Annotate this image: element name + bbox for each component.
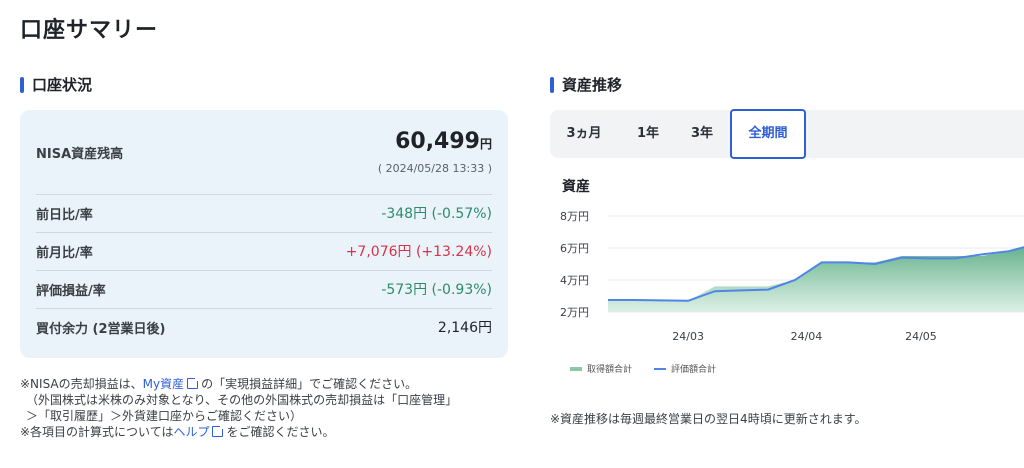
- note-line-4: ※各項目の計算式についてはヘルプ をご確認ください。: [20, 424, 520, 440]
- note-text: をご確認ください。: [226, 425, 335, 439]
- tab-3-years[interactable]: 3年: [680, 110, 724, 158]
- nisa-balance-value: 60,499円 ( 2024/05/28 13:33 ): [378, 129, 492, 175]
- note-line-3: ＞「取引履歴」＞外貨建口座からご確認ください）: [26, 409, 303, 423]
- legend-eval-swatch: [654, 367, 667, 370]
- buying-power-row: 買付余力 (2営業日後) 2,146円: [36, 308, 492, 346]
- note-text: の「実現損益詳細」でご確認ください。: [201, 377, 418, 391]
- account-status-heading: 口座状況: [20, 74, 92, 95]
- month-change-row: 前月比/率 +7,076円 (+13.24%): [36, 232, 492, 271]
- legend-eval: 評価額合計: [654, 362, 716, 375]
- tab-1-year[interactable]: 1年: [626, 110, 670, 158]
- month-change-value: +7,076円 (+13.24%): [345, 244, 492, 260]
- heading-marker: [550, 76, 554, 93]
- x-tick-label: 24/05: [905, 330, 937, 343]
- account-notes: ※NISAの売却損益は、My資産 の「実現損益詳細」でご確認ください。 （外国株式…: [20, 376, 520, 440]
- help-link[interactable]: ヘルプ: [173, 425, 209, 439]
- unrealized-pl-row: 評価損益/率 -573円 (-0.93%): [36, 270, 492, 309]
- month-change-label: 前月比/率: [36, 245, 93, 261]
- cost-area: [608, 246, 1024, 312]
- y-tick-label: 2万円: [560, 306, 589, 319]
- chart-title: 資産: [562, 179, 590, 195]
- nisa-balance-amount: 60,499: [395, 129, 480, 154]
- x-tick-label: 24/03: [672, 330, 704, 343]
- day-change-value: -348円 (-0.57%): [381, 206, 492, 222]
- nisa-balance-unit: 円: [479, 137, 492, 151]
- asset-trend-heading: 資産推移: [550, 74, 622, 95]
- legend-cost-swatch: [570, 366, 582, 371]
- asset-trend-chart: 8万円 6万円 4万円 2万円 24/03 24/04 24/05: [560, 210, 1024, 343]
- external-link-icon: [187, 377, 200, 389]
- legend-eval-label: 評価額合計: [671, 365, 717, 375]
- note-text: ※NISAの売却損益は、: [20, 377, 143, 391]
- day-change-row: 前日比/率 -348円 (-0.57%): [36, 194, 492, 233]
- note-line-1: ※NISAの売却損益は、My資産 の「実現損益詳細」でご確認ください。: [20, 376, 520, 392]
- y-tick-label: 8万円: [560, 210, 589, 223]
- trend-update-note: ※資産推移は毎週最終営業日の翌日4時頃に更新されます。: [550, 412, 867, 426]
- buying-power-value: 2,146円: [437, 320, 492, 336]
- unrealized-pl-label: 評価損益/率: [36, 283, 106, 299]
- nisa-balance-row: NISA資産残高 60,499円 ( 2024/05/28 13:33 ): [36, 110, 492, 195]
- asset-trend-title: 資産推移: [562, 76, 623, 94]
- y-tick-label: 6万円: [560, 242, 589, 255]
- chart-legend: 取得額合計 評価額合計: [570, 362, 738, 375]
- note-line-2: （外国株式は米株のみ対象となり、その他の外国株式の売却損益は「口座管理」: [26, 393, 458, 407]
- legend-cost: 取得額合計: [570, 362, 632, 375]
- note-text: ※各項目の計算式については: [20, 425, 174, 439]
- x-tick-label: 24/04: [791, 330, 823, 343]
- y-tick-label: 4万円: [560, 274, 589, 287]
- heading-marker: [20, 76, 24, 93]
- buying-power-label: 買付余力 (2営業日後): [36, 321, 166, 337]
- account-summary-card: NISA資産残高 60,499円 ( 2024/05/28 13:33 ) 前日…: [20, 110, 508, 358]
- my-assets-link[interactable]: My資産: [143, 377, 184, 391]
- account-status-title: 口座状況: [32, 76, 93, 94]
- legend-cost-label: 取得額合計: [587, 365, 633, 375]
- tab-all-period[interactable]: 全期間: [730, 109, 806, 159]
- day-change-label: 前日比/率: [36, 207, 93, 223]
- page-title: 口座サマリー: [20, 18, 159, 43]
- external-link-icon: [212, 425, 225, 437]
- period-tab-bar: 3ヵ月 1年 3年 全期間: [550, 109, 1024, 159]
- tab-3-months[interactable]: 3ヵ月: [558, 110, 610, 158]
- balance-timestamp: ( 2024/05/28 13:33 ): [377, 162, 492, 175]
- nisa-balance-label: NISA資産残高: [36, 146, 124, 162]
- unrealized-pl-value: -573円 (-0.93%): [381, 282, 492, 298]
